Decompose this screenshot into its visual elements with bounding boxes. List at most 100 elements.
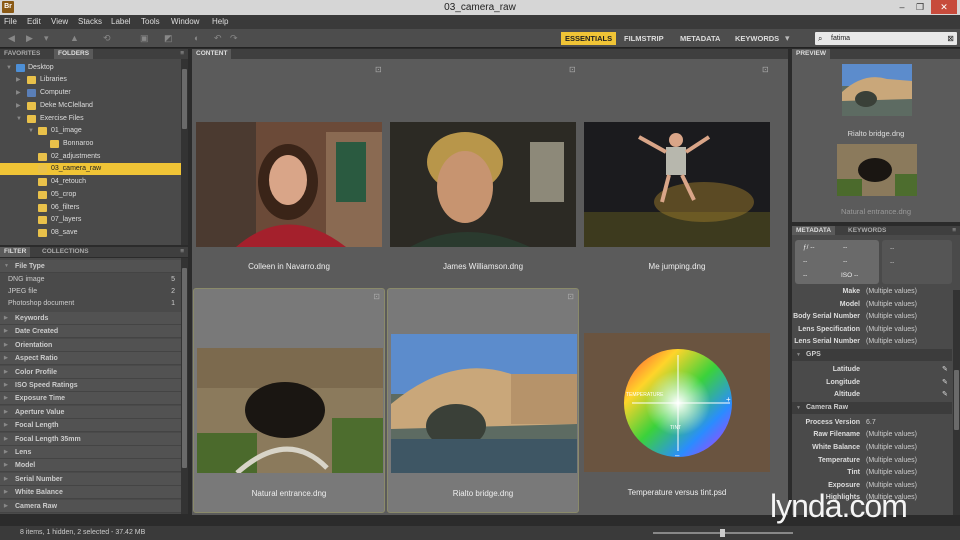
folder-02-adjustments[interactable]: 02_adjustments xyxy=(0,151,181,163)
filter-group[interactable]: ▶ Lens xyxy=(0,446,181,459)
go-up-icon[interactable]: ▲ xyxy=(70,33,79,44)
folder-03-camera-raw[interactable]: 03_camera_raw xyxy=(0,163,181,175)
filter-group[interactable]: ▶ Date Created xyxy=(0,325,181,339)
reveal-recent-icon[interactable]: ⟲ xyxy=(103,33,111,44)
workspace-metadata[interactable]: METADATA xyxy=(676,32,724,45)
metadata-row[interactable]: Altitude ✎ xyxy=(792,388,952,401)
clear-search-icon[interactable]: ⊠ xyxy=(947,32,954,45)
forward-icon[interactable]: ▶ xyxy=(26,33,33,44)
folder-04-retouch[interactable]: 04_retouch xyxy=(0,176,181,188)
filter-group[interactable]: ▶ Aperture Value xyxy=(0,405,181,419)
menu-label[interactable]: Label xyxy=(111,17,131,26)
filter-group[interactable]: ▶ Focal Length 35mm xyxy=(0,432,181,446)
filter-group[interactable]: ▶ Keywords xyxy=(0,312,181,325)
close-button[interactable]: ✕ xyxy=(931,0,957,14)
tab-content[interactable]: CONTENT xyxy=(192,49,232,59)
metadata-group[interactable]: ▼ Camera Raw xyxy=(792,401,952,414)
filter-group[interactable]: ▶ Focal Length xyxy=(0,419,181,433)
filter-item-jpeg[interactable]: JPEG file 2 xyxy=(0,286,181,298)
thumbnail-temperature-tint[interactable]: TEMPERATURE TINT + – Temperature versus … xyxy=(581,288,773,513)
tab-filter[interactable]: FILTER xyxy=(0,247,31,257)
filter-group[interactable]: ▶ Serial Number xyxy=(0,472,181,486)
search-input[interactable]: fatima xyxy=(831,32,850,45)
minimize-button[interactable]: – xyxy=(893,0,911,14)
panel-menu-icon[interactable]: ≡ xyxy=(180,247,184,257)
tab-favorites[interactable]: FAVORITES xyxy=(0,49,44,59)
edit-pencil-icon[interactable]: ✎ xyxy=(942,376,948,389)
camera-icon[interactable]: ▣ xyxy=(140,33,149,44)
thumbnail-colleen[interactable]: Colleen in Navarro.dng xyxy=(193,62,385,287)
metadata-row[interactable]: Temperature (Multiple values) xyxy=(792,454,952,467)
back-icon[interactable]: ◀ xyxy=(8,33,15,44)
workspace-filmstrip[interactable]: FILMSTRIP xyxy=(620,32,668,45)
metadata-row[interactable]: Model (Multiple values) xyxy=(792,298,952,311)
menu-view[interactable]: View xyxy=(51,17,68,26)
metadata-row[interactable]: White Balance (Multiple values) xyxy=(792,441,952,454)
menu-file[interactable]: File xyxy=(4,17,17,26)
filter-group[interactable]: ▶ White Balance xyxy=(0,486,181,500)
filter-group[interactable]: ▶ Exposure Time xyxy=(0,392,181,406)
maximize-button[interactable]: ❐ xyxy=(911,0,929,14)
thumbnail-natural-entrance[interactable]: ⊡ Natural entrance.dng xyxy=(193,288,385,513)
thumbnail-james[interactable]: James Williamson.dng xyxy=(387,62,579,287)
folder-exercise-files[interactable]: ▼ Exercise Files xyxy=(0,113,181,125)
folder-desktop[interactable]: ▼ Desktop xyxy=(0,62,181,74)
folder-libraries[interactable]: ▶ Libraries xyxy=(0,74,181,86)
menu-edit[interactable]: Edit xyxy=(27,17,41,26)
folder-deke[interactable]: ▶ Deke McClelland xyxy=(0,100,181,112)
menu-window[interactable]: Window xyxy=(171,17,199,26)
filter-group[interactable]: ▶ ISO Speed Ratings xyxy=(0,379,181,392)
menu-help[interactable]: Help xyxy=(212,17,228,26)
folders-scrollbar[interactable] xyxy=(181,59,188,245)
metadata-row[interactable]: Make (Multiple values) xyxy=(792,285,952,298)
open-in-camera-raw-icon[interactable]: ◐ xyxy=(194,33,199,44)
folder-06-filters[interactable]: 06_filters xyxy=(0,202,181,214)
chevron-down-icon[interactable]: ▾ xyxy=(44,33,49,44)
metadata-row[interactable]: Lens Specification (Multiple values) xyxy=(792,323,952,336)
menu-tools[interactable]: Tools xyxy=(141,17,160,26)
filter-group-file-type[interactable]: ▼ File Type xyxy=(0,260,181,273)
thumbnail-me-jumping[interactable]: Me jumping.dng xyxy=(581,62,773,287)
folder-bonnaroo[interactable]: Bonnaroo xyxy=(0,138,181,150)
folder-07-layers[interactable]: 07_layers xyxy=(0,214,181,226)
metadata-row[interactable]: Tint (Multiple values) xyxy=(792,466,952,479)
filter-scrollbar[interactable] xyxy=(181,258,188,514)
workspace-menu-icon[interactable]: ▾ xyxy=(785,33,790,44)
metadata-group[interactable]: ▼ GPS xyxy=(792,349,952,361)
edit-pencil-icon[interactable]: ✎ xyxy=(942,363,948,376)
refine-icon[interactable]: ◩ xyxy=(164,33,173,44)
folder-01-image[interactable]: ▼ 01_image xyxy=(0,125,181,137)
slider-handle[interactable] xyxy=(720,529,725,537)
preview-natural-entrance[interactable] xyxy=(837,144,917,196)
stack-icon[interactable]: ⊡ xyxy=(373,292,380,301)
panel-menu-icon[interactable]: ≡ xyxy=(180,49,184,59)
filter-group[interactable]: ▶ Orientation xyxy=(0,338,181,352)
workspace-keywords[interactable]: KEYWORDS xyxy=(731,32,783,45)
tab-preview[interactable]: PREVIEW xyxy=(792,49,830,59)
metadata-row[interactable]: Body Serial Number (Multiple values) xyxy=(792,310,952,323)
tab-folders[interactable]: FOLDERS xyxy=(54,49,94,59)
filter-item-psd[interactable]: Photoshop document 1 xyxy=(0,298,181,310)
filter-group[interactable]: ▶ Model xyxy=(0,459,181,473)
filter-group[interactable]: ▶ Aspect Ratio xyxy=(0,352,181,366)
metadata-row[interactable]: Lens Serial Number (Multiple values) xyxy=(792,335,952,348)
folder-computer[interactable]: ▶ Computer xyxy=(0,87,181,99)
edit-pencil-icon[interactable]: ✎ xyxy=(942,388,948,401)
thumbnail-rialto-bridge[interactable]: ⊡ Rialto bridge.dng xyxy=(387,288,579,513)
workspace-essentials[interactable]: ESSENTIALS xyxy=(561,32,617,45)
metadata-scrollbar[interactable] xyxy=(953,290,960,515)
folder-05-crop[interactable]: 05_crop xyxy=(0,189,181,201)
rotate-right-icon[interactable]: ↷ xyxy=(230,33,238,44)
menu-stacks[interactable]: Stacks xyxy=(78,17,102,26)
metadata-row[interactable]: Latitude ✎ xyxy=(792,363,952,376)
metadata-row[interactable]: Longitude ✎ xyxy=(792,376,952,389)
rotate-left-icon[interactable]: ↶ xyxy=(214,33,222,44)
metadata-row[interactable]: Process Version 6.7 xyxy=(792,416,952,429)
metadata-row[interactable]: Raw Filename (Multiple values) xyxy=(792,428,952,441)
tab-collections[interactable]: COLLECTIONS xyxy=(38,247,93,257)
stack-icon[interactable]: ⊡ xyxy=(567,292,574,301)
filter-group[interactable]: ▶ Color Profile xyxy=(0,365,181,379)
search-field[interactable]: ⌕ fatima ⊠ xyxy=(815,32,957,45)
filter-item-dng[interactable]: DNG image 5 xyxy=(0,274,181,286)
preview-rialto[interactable] xyxy=(842,64,912,116)
